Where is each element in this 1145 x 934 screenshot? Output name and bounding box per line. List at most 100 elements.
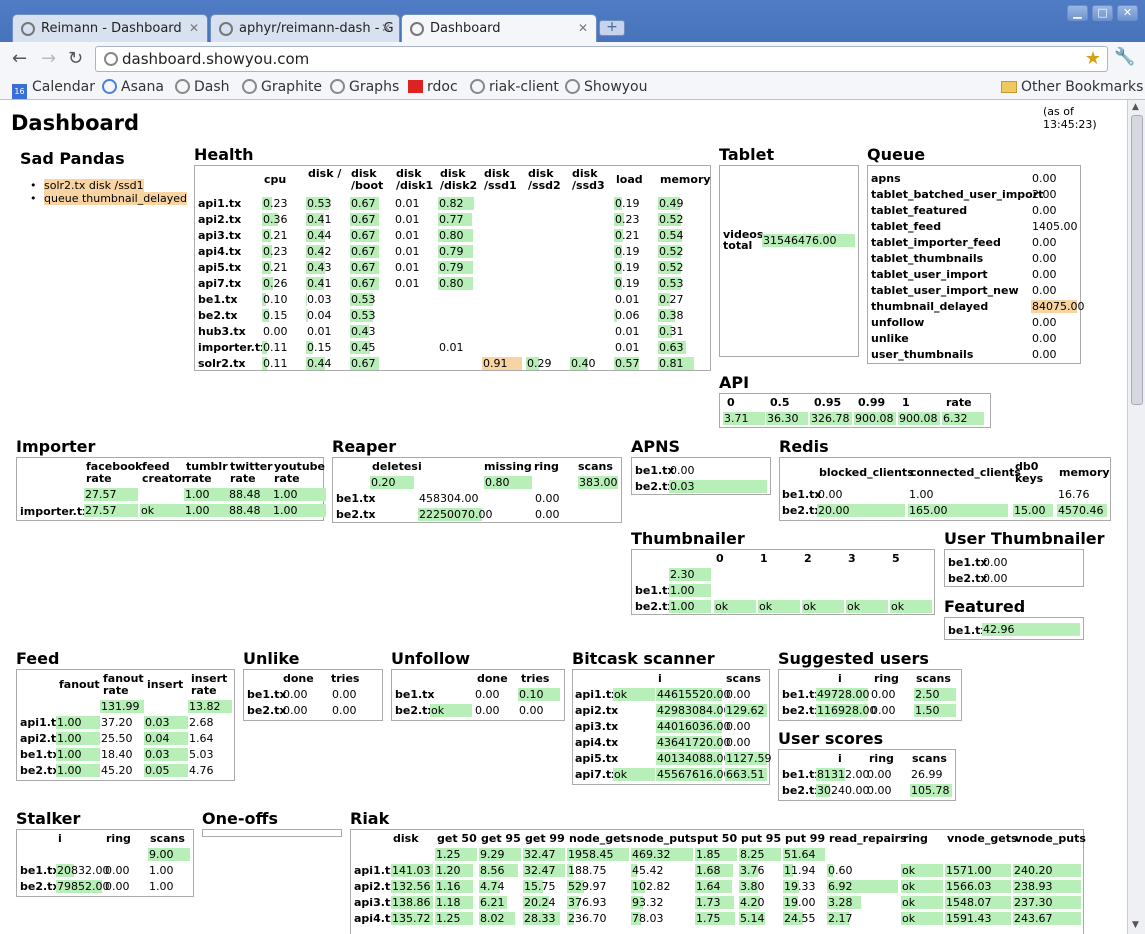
metric-value: 0.00 (332, 688, 357, 701)
metric-value: 0.01 (615, 293, 640, 306)
metric-value: 0.67 (351, 213, 376, 226)
queue-name: tablet_importer_feed (871, 236, 1001, 249)
host-label: api2.tx (575, 704, 619, 717)
metric-value: 1.68 (696, 864, 721, 877)
metric-value: 0.01 (395, 229, 420, 242)
metric-cell: 13.82 (188, 700, 232, 713)
address-bar[interactable]: dashboard.showyou.com ★ (95, 46, 1108, 72)
tab-github[interactable]: aphyr/reimann-dash - G ✕ (210, 14, 400, 42)
column-header: blocked_clients (819, 466, 914, 479)
host-label: api7.tx (575, 768, 619, 781)
metric-cell: 42.96 (982, 623, 1080, 636)
metric-value: 32.47 (524, 864, 556, 877)
wrench-icon[interactable]: 🔧 (1114, 47, 1135, 67)
metric-value: 0.00 (1032, 172, 1057, 185)
column-header: disk /ssd1 (484, 167, 517, 192)
metric-cell: 2.50 (914, 688, 956, 701)
bookmark-riak-client[interactable]: riak-client (470, 79, 559, 95)
scrollbar[interactable]: ▲ ▼ (1127, 100, 1145, 934)
reload-icon[interactable]: ↻ (68, 48, 83, 69)
column-header: get 95 (481, 832, 521, 845)
metric-cell: 1.00 (272, 504, 326, 517)
dashboard-page: Dashboard (as of 13:45:23) Sad Pandas so… (0, 100, 1127, 934)
metric-cell: 4570.46 (1057, 504, 1107, 517)
metric-cell: 1405.00 (1031, 220, 1078, 233)
metric-value: 0.82 (439, 197, 464, 210)
metric-value: 0.67 (351, 229, 376, 242)
close-icon[interactable]: ✕ (189, 21, 199, 35)
column-header: facebook rate (86, 460, 143, 485)
metric-value: 36.30 (767, 412, 799, 425)
star-icon[interactable]: ★ (1085, 48, 1101, 69)
new-tab-button[interactable]: + (599, 20, 625, 36)
metric-value: 0.01 (395, 197, 420, 210)
metric-cell: 1.00 (56, 716, 100, 729)
metric-value: 1.75 (696, 912, 721, 925)
metric-value: 1127.59 (726, 752, 772, 765)
bookmark-graphs[interactable]: Graphs (330, 79, 399, 95)
column-header: 0.99 (858, 396, 886, 409)
back-icon[interactable]: ← (12, 48, 27, 69)
bookmark-asana[interactable]: Asana (102, 79, 164, 95)
column-header: deletes (372, 460, 418, 473)
other-bookmarks[interactable]: Other Bookmarks (1001, 79, 1143, 95)
bookmark-calendar[interactable]: 16 Calendar (12, 79, 95, 99)
metric-value: 326.78 (811, 412, 850, 425)
metric-cell: 0.00 (518, 704, 560, 717)
metric-cell: 0.80 (438, 277, 482, 290)
column-header: ring (874, 672, 899, 685)
metric-cell: 0.53 (658, 277, 702, 290)
metric-cell: 0.00 (725, 736, 767, 749)
metric-value: 0.03 (307, 293, 332, 306)
queue-name: tablet_feed (871, 220, 942, 233)
host-label: be2.tx (247, 704, 287, 717)
metric-value: 44016036.00 (657, 720, 731, 733)
metric-value: 1.00 (273, 488, 298, 501)
bookmark-rdoc[interactable]: rdoc (408, 79, 458, 95)
host-label: be2.tx (20, 764, 60, 777)
metric-cell: 15.75 (523, 880, 565, 893)
metric-cell: 0.04 (306, 309, 350, 322)
tab-reimann-dashboard[interactable]: Reimann - Dashboard ✕ (12, 14, 208, 42)
url-text[interactable]: dashboard.showyou.com (122, 50, 309, 68)
metric-cell: 1.00 (148, 864, 190, 877)
metric-value: 116928.00 (817, 704, 877, 717)
close-icon[interactable]: ✕ (381, 21, 391, 35)
metric-cell: ok (714, 600, 756, 613)
minimize-button[interactable]: ▁ (1067, 5, 1088, 21)
bookmark-graphite[interactable]: Graphite (242, 79, 322, 95)
tab-dashboard[interactable]: Dashboard ✕ (401, 14, 597, 43)
metric-cell: 0.03 (144, 716, 188, 729)
metric-value: 1.00 (57, 716, 82, 729)
metric-cell: 1.25 (435, 848, 477, 861)
forward-icon[interactable]: → (41, 48, 56, 69)
rdoc-icon (408, 80, 423, 93)
metric-cell: 1591.43 (945, 912, 1011, 925)
metric-cell: 0.00 (474, 704, 516, 717)
close-icon[interactable]: ✕ (578, 21, 588, 35)
column-header: i (658, 672, 662, 685)
metric-cell: 0.00 (262, 325, 306, 338)
close-window-button[interactable]: ✕ (1117, 5, 1138, 21)
host-label: api5.tx (575, 752, 619, 765)
scroll-up-icon[interactable]: ▲ (1132, 102, 1139, 112)
metric-value: 1.00 (185, 488, 210, 501)
scrollbar-thumb[interactable] (1131, 115, 1143, 405)
bookmark-showyou[interactable]: Showyou (565, 79, 648, 95)
globe-icon (104, 52, 118, 66)
metric-cell: 0.67 (350, 357, 394, 370)
metric-value: 469.32 (632, 848, 671, 861)
scroll-down-icon[interactable]: ▼ (1132, 920, 1139, 930)
metric-value: 1.00 (149, 880, 174, 893)
metric-cell: 0.29 (526, 357, 570, 370)
metric-cell: 0.01 (394, 245, 438, 258)
column-header: ring (903, 832, 928, 845)
maximize-button[interactable]: □ (1092, 5, 1113, 21)
metric-cell: 0.00 (1031, 332, 1077, 345)
metric-value: 4.76 (189, 764, 214, 777)
metric-value: 0.60 (828, 864, 853, 877)
metric-value: 0.41 (307, 213, 332, 226)
metric-cell: 116928.00 (816, 704, 877, 717)
metric-value: 0.04 (145, 732, 170, 745)
bookmark-dash[interactable]: Dash (175, 79, 230, 95)
